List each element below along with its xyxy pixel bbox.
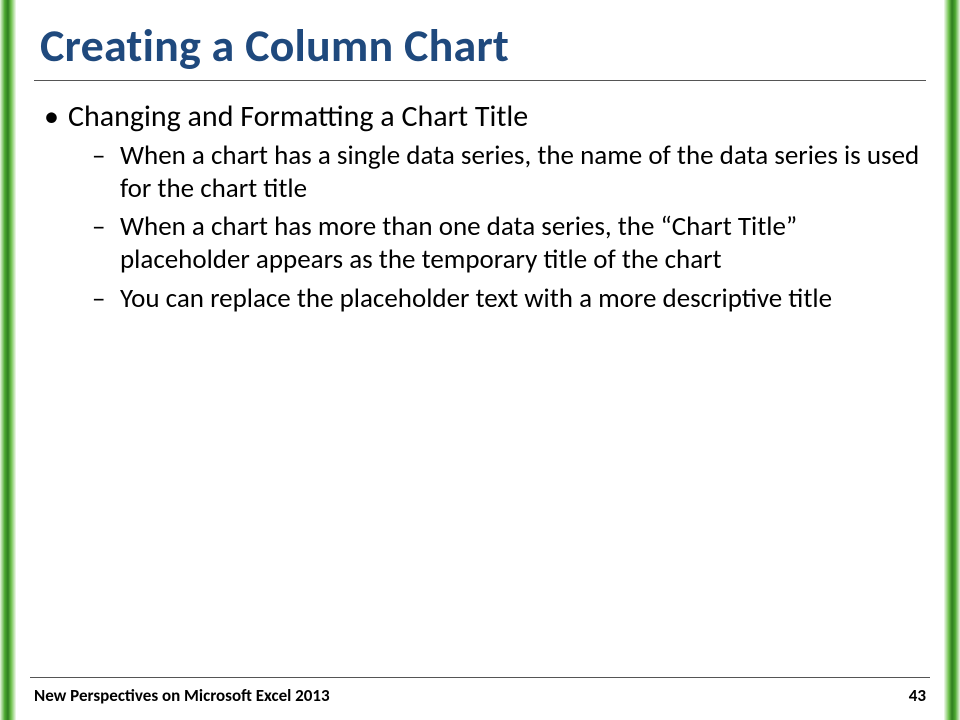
slide-footer: New Perspectives on Microsoft Excel 2013… <box>34 685 926 706</box>
slide-body: Changing and Formatting a Chart Title Wh… <box>30 99 930 316</box>
title-divider <box>34 80 926 81</box>
bullet-level2-item: When a chart has a single data series, t… <box>86 140 930 206</box>
bullet-level2-text: When a chart has more than one data seri… <box>120 210 797 276</box>
footer-page-number: 43 <box>909 685 926 706</box>
bullet-level2-text: You can replace the placeholder text wit… <box>120 282 832 315</box>
slide: Creating a Column Chart Changing and For… <box>0 0 960 720</box>
bullet-level2-item: When a chart has more than one data seri… <box>86 211 930 277</box>
footer-divider <box>30 677 930 678</box>
bullet-level2-item: You can replace the placeholder text wit… <box>86 283 930 316</box>
bullet-level2-text: When a chart has a single data series, t… <box>120 139 919 205</box>
slide-content: Creating a Column Chart Changing and For… <box>30 18 930 680</box>
slide-title: Creating a Column Chart <box>40 18 930 74</box>
bullet-level1-text: Changing and Formatting a Chart Title <box>68 98 528 135</box>
left-border-decoration <box>0 0 16 720</box>
footer-source: New Perspectives on Microsoft Excel 2013 <box>34 685 330 706</box>
right-border-decoration <box>944 0 960 720</box>
bullet-level1: Changing and Formatting a Chart Title Wh… <box>40 99 930 316</box>
